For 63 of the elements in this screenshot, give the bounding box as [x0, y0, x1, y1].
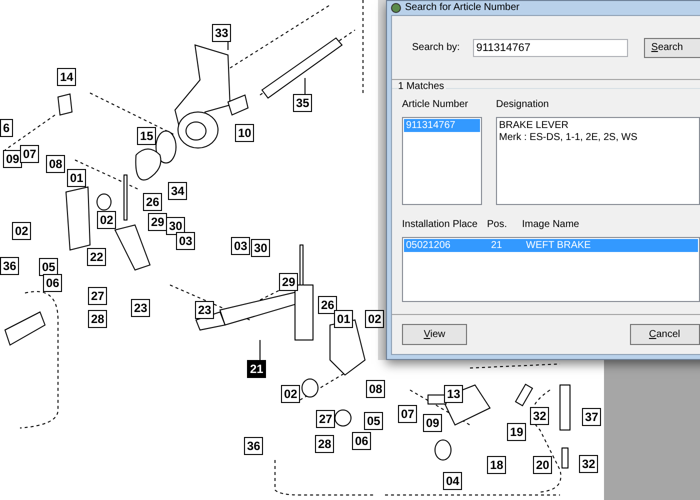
callout-label: 07 [20, 145, 40, 163]
view-button[interactable]: View [402, 324, 467, 345]
column-header: Image Name [522, 218, 580, 232]
column-header: Pos. [487, 218, 508, 232]
callout-label: 04 [443, 472, 462, 490]
callout-label: 01 [67, 169, 86, 187]
callout-label: 28 [88, 310, 108, 328]
window-title: Search for Article Number [405, 2, 520, 14]
callout-label: 02 [365, 310, 384, 328]
designation-text: BRAKE LEVER [499, 120, 570, 132]
callout-label: 6 [0, 119, 13, 137]
callout-label: 32 [530, 407, 550, 425]
designation-text: Merk : ES-DS, 1-1, 2E, 2S, WS [499, 132, 638, 144]
callout-label: 36 [0, 257, 20, 275]
callout-label: 13 [444, 385, 464, 403]
callout-label: 05 [39, 258, 58, 276]
app-icon [391, 3, 401, 13]
cancel-button[interactable]: Cancel [630, 324, 700, 345]
callout-label: 02 [97, 211, 116, 229]
callout-label: 37 [582, 408, 602, 426]
callout-label: 29 [148, 213, 168, 231]
callout-label: 27 [316, 410, 336, 428]
callout-label: 18 [487, 456, 506, 474]
callout-label: 29 [279, 273, 298, 291]
callout-label: 02 [12, 222, 32, 240]
callout-label: 23 [195, 301, 214, 319]
callout-label: 02 [281, 385, 300, 403]
callout-label: 03 [231, 237, 250, 255]
callout-label: 20 [533, 456, 552, 474]
callout-label: 30 [251, 239, 270, 257]
callout-label: 21 [247, 360, 266, 378]
callout-label: 05 [364, 412, 384, 430]
callout-label: 32 [579, 455, 598, 473]
callout-label: 36 [244, 437, 264, 455]
callout-label: 01 [334, 310, 354, 328]
callout-label: 30 [166, 217, 186, 235]
callout-label: 10 [235, 124, 254, 142]
column-header: Designation [496, 98, 549, 112]
callout-label: 07 [398, 405, 418, 423]
callout-label: 28 [315, 435, 334, 453]
callout-label: 26 [143, 193, 162, 211]
callout-label: 03 [176, 232, 196, 250]
callout-label: 09 [3, 150, 22, 168]
callout-label: 33 [212, 24, 232, 42]
callout-label: 27 [88, 287, 108, 305]
column-header: Article Number [402, 98, 470, 112]
callout-label: 35 [293, 94, 312, 112]
callout-label: 23 [131, 299, 150, 317]
callout-label: 34 [168, 182, 188, 200]
search-button[interactable]: Search [644, 38, 700, 58]
callout-label: 26 [318, 296, 338, 314]
callout-label: 14 [57, 68, 76, 86]
search-label: Search by: [412, 41, 461, 55]
callout-label: 09 [423, 414, 442, 432]
callout-label: 19 [507, 423, 526, 441]
callout-label: 22 [87, 248, 106, 266]
callout-label: 08 [366, 380, 386, 398]
callout-label: 08 [46, 155, 66, 173]
callout-label: 15 [137, 127, 156, 145]
column-header: Installation Place [402, 218, 479, 232]
callout-label: 06 [352, 432, 372, 450]
search-field[interactable]: 911314767 [473, 38, 628, 56]
callout-label: 06 [43, 274, 62, 292]
